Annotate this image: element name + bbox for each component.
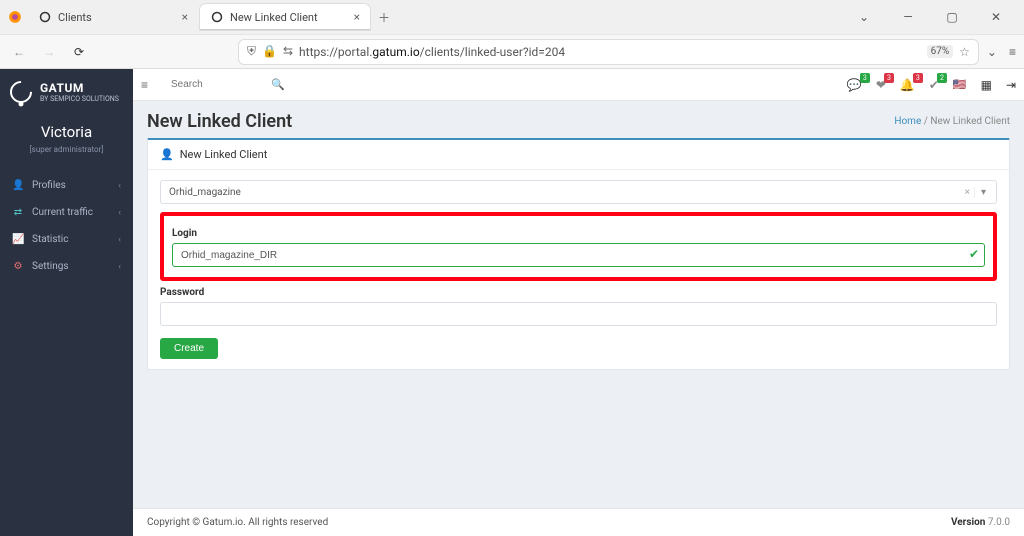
- card-new-linked-client: 👤 New Linked Client Orhid_magazine × ▾ L…: [147, 138, 1010, 370]
- zoom-level[interactable]: 67%: [927, 45, 954, 58]
- chevron-down-icon[interactable]: ⌄: [848, 10, 880, 24]
- highlighted-login-section: Login ✔: [160, 212, 997, 281]
- bookmark-star-icon[interactable]: ☆: [959, 45, 970, 59]
- tab-favicon-icon: [210, 10, 224, 24]
- heart-badge[interactable]: ❤3: [876, 78, 886, 92]
- sidebar-item-traffic[interactable]: ⇄ Current traffic ‹: [0, 199, 133, 226]
- sidebar-item-label: Statistic: [32, 234, 68, 245]
- tab-close-icon[interactable]: ×: [354, 10, 360, 24]
- password-label: Password: [160, 287, 997, 298]
- tab-favicon-icon: [38, 10, 52, 24]
- topbar: ≡ 🔍 💬3 ❤3 🔔3 ✔2 🇺🇸 ▦ ⇥: [133, 69, 1024, 101]
- user-role: [super administrator]: [0, 145, 133, 154]
- traffic-icon: ⇄: [12, 207, 24, 218]
- check-badge[interactable]: ✔2: [929, 78, 939, 92]
- sidebar: GATUM BY SEMPICO SOLUTIONS Victoria [sup…: [0, 69, 133, 536]
- logout-icon[interactable]: ⇥: [1006, 78, 1016, 92]
- url-text: https://portal.gatum.io/clients/linked-u…: [299, 45, 921, 59]
- breadcrumb-home[interactable]: Home: [894, 116, 921, 127]
- sidebar-item-label: Profiles: [32, 180, 66, 191]
- version-number: 7.0.0: [985, 517, 1010, 528]
- brand: GATUM BY SEMPICO SOLUTIONS: [0, 69, 133, 115]
- brand-sub: BY SEMPICO SOLUTIONS: [40, 95, 119, 103]
- search-input[interactable]: [167, 75, 287, 94]
- permissions-icon[interactable]: ⇆: [283, 44, 293, 59]
- tab-title: Clients: [58, 11, 176, 24]
- client-select[interactable]: Orhid_magazine × ▾: [160, 180, 997, 204]
- sidebar-item-label: Current traffic: [32, 207, 93, 218]
- page-title: New Linked Client: [147, 111, 292, 132]
- chevron-left-icon: ‹: [118, 235, 121, 245]
- sidebar-nav: 👤 Profiles ‹ ⇄ Current traffic ‹ 📈 Stati…: [0, 172, 133, 280]
- menu-toggle-button[interactable]: ≡: [141, 78, 159, 92]
- login-label: Login: [172, 228, 985, 239]
- shield-icon[interactable]: ⛨: [247, 44, 256, 59]
- forward-button[interactable]: →: [38, 41, 60, 63]
- maximize-button[interactable]: ▢: [936, 10, 968, 24]
- sidebar-item-label: Settings: [32, 261, 69, 272]
- sidebar-item-profiles[interactable]: 👤 Profiles ‹: [0, 172, 133, 199]
- close-window-button[interactable]: ✕: [980, 10, 1012, 24]
- browser-chrome: Clients × New Linked Client × ＋ ⌄ ― ▢ ✕ …: [0, 0, 1024, 69]
- address-bar: ← → ⟳ ⛨ 🔒 ⇆ https://portal.gatum.io/clie…: [0, 34, 1024, 68]
- login-input[interactable]: [172, 243, 985, 267]
- chat-badge[interactable]: 💬3: [847, 78, 862, 92]
- lock-icon[interactable]: 🔒: [262, 44, 277, 59]
- chevron-left-icon: ‹: [118, 208, 121, 218]
- copyright-text: Copyright © Gatum.io. All rights reserve…: [147, 517, 328, 528]
- tab-bar: Clients × New Linked Client × ＋ ⌄ ― ▢ ✕: [0, 0, 1024, 34]
- logo-icon: [5, 76, 36, 107]
- select-caret-icon[interactable]: ▾: [974, 187, 988, 198]
- main: ≡ 🔍 💬3 ❤3 🔔3 ✔2 🇺🇸 ▦ ⇥ New Linked Client…: [133, 69, 1024, 536]
- app-menu-button[interactable]: ≡: [1009, 45, 1016, 59]
- card-title: New Linked Client: [180, 148, 268, 161]
- grid-icon[interactable]: ▦: [981, 78, 992, 92]
- clear-select-button[interactable]: ×: [961, 187, 974, 198]
- flag-icon[interactable]: 🇺🇸: [953, 78, 967, 91]
- footer: Copyright © Gatum.io. All rights reserve…: [133, 508, 1024, 536]
- client-select-value: Orhid_magazine: [169, 187, 241, 198]
- breadcrumb: Home / New Linked Client: [894, 116, 1010, 127]
- version-label: Version: [951, 517, 985, 528]
- chevron-left-icon: ‹: [118, 181, 121, 191]
- search-icon[interactable]: 🔍: [271, 78, 285, 91]
- brand-name: GATUM: [40, 81, 119, 95]
- card-header: 👤 New Linked Client: [148, 140, 1009, 170]
- statistic-icon: 📈: [12, 234, 24, 245]
- breadcrumb-current: New Linked Client: [930, 116, 1010, 127]
- alert-badge[interactable]: 🔔3: [900, 78, 915, 92]
- sidebar-item-statistic[interactable]: 📈 Statistic ‹: [0, 226, 133, 253]
- new-tab-button[interactable]: ＋: [372, 5, 396, 29]
- settings-icon: ⚙: [12, 261, 24, 272]
- reload-button[interactable]: ⟳: [68, 41, 90, 63]
- tab-close-icon[interactable]: ×: [182, 10, 188, 24]
- sidebar-item-settings[interactable]: ⚙ Settings ‹: [0, 253, 133, 280]
- url-input[interactable]: ⛨ 🔒 ⇆ https://portal.gatum.io/clients/li…: [238, 39, 979, 65]
- valid-check-icon: ✔: [969, 247, 979, 261]
- tab-new-linked-client[interactable]: New Linked Client ×: [200, 4, 370, 30]
- create-button[interactable]: Create: [160, 338, 218, 359]
- password-input[interactable]: [160, 302, 997, 326]
- firefox-icon: [8, 10, 22, 24]
- minimize-button[interactable]: ―: [892, 10, 924, 24]
- user-icon: 👤: [160, 148, 174, 161]
- tab-clients[interactable]: Clients ×: [28, 4, 198, 30]
- chevron-left-icon: ‹: [118, 262, 121, 272]
- window-controls: ⌄ ― ▢ ✕: [848, 10, 1020, 24]
- back-button[interactable]: ←: [8, 41, 30, 63]
- tab-title: New Linked Client: [230, 11, 348, 24]
- profiles-icon: 👤: [12, 180, 24, 191]
- pocket-icon[interactable]: ⌄: [987, 45, 997, 59]
- user-name: Victoria: [0, 123, 133, 141]
